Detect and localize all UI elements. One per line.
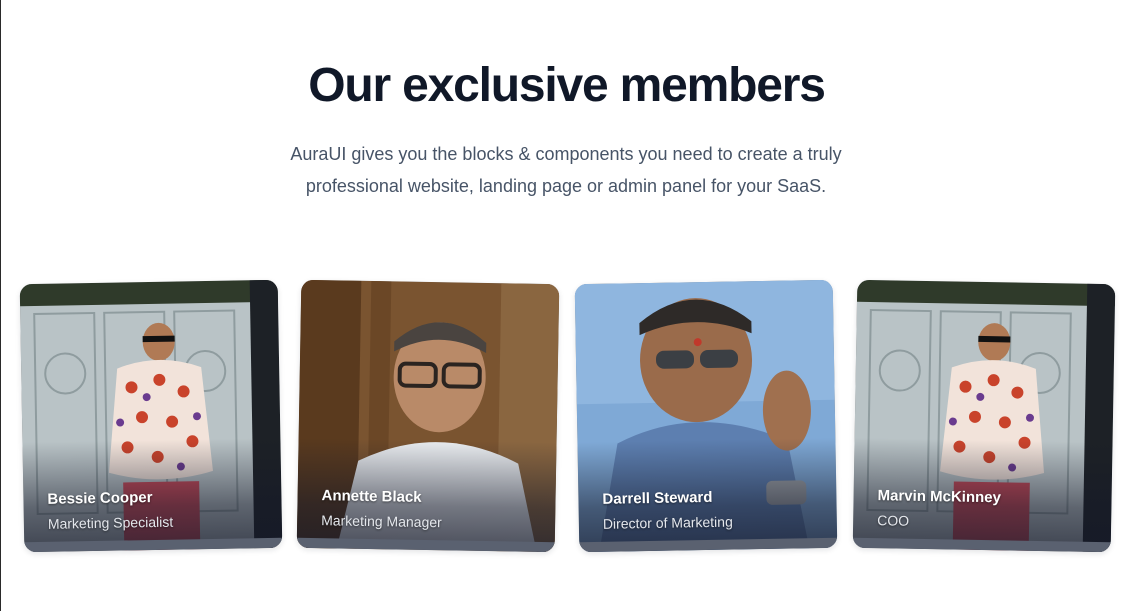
member-role: Marketing Specialist (47, 513, 174, 532)
member-role: Marketing Manager (321, 512, 442, 531)
member-name: Bessie Cooper (47, 488, 153, 508)
member-card[interactable]: Darrell Steward Director of Marketing (574, 279, 838, 553)
member-name: Annette Black (321, 487, 422, 506)
member-card[interactable]: Bessie Cooper Marketing Specialist (19, 279, 283, 553)
member-role: COO (877, 512, 910, 529)
team-section: Our exclusive members AuraUI gives you t… (0, 0, 1128, 611)
member-name: Marvin McKinney (877, 487, 1002, 507)
member-role: Director of Marketing (602, 513, 733, 532)
section-subtitle: AuraUI gives you the blocks & components… (290, 144, 842, 196)
member-card[interactable]: Marvin McKinney COO (852, 279, 1116, 553)
member-card[interactable]: Annette Black Marketing Manager (296, 279, 560, 553)
section-title: Our exclusive members (308, 59, 826, 112)
member-name: Darrell Steward (602, 488, 713, 508)
